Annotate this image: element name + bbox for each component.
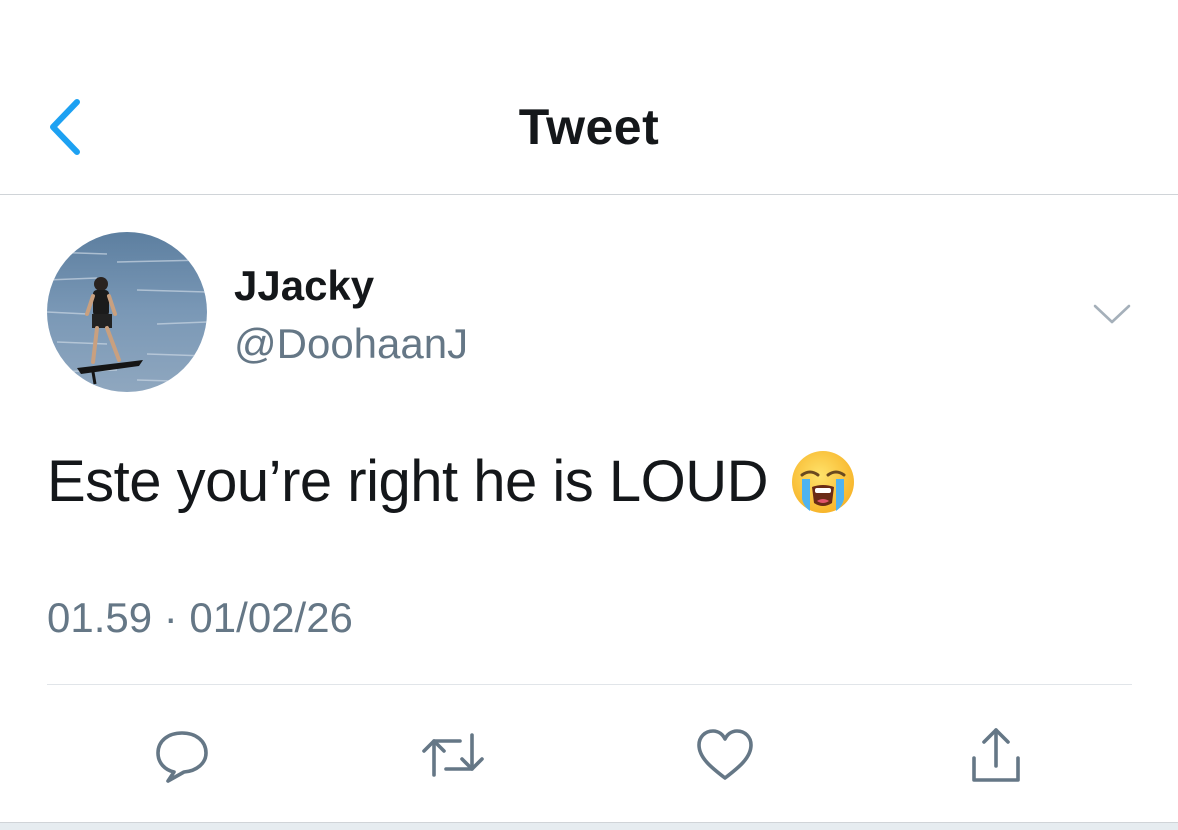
tweet-options-button[interactable] — [1088, 296, 1136, 332]
loudly-crying-face-icon — [791, 450, 854, 513]
retweet-button[interactable] — [420, 722, 486, 788]
chevron-down-icon — [1093, 304, 1131, 324]
nav-header: Tweet — [0, 0, 1178, 195]
tweet-timestamp: 01.59 · 01/02/26 — [47, 594, 353, 641]
share-button[interactable] — [963, 722, 1029, 788]
reply-icon — [156, 731, 208, 783]
reply-button[interactable] — [149, 722, 215, 788]
retweet-icon — [422, 733, 484, 777]
page-title: Tweet — [518, 99, 660, 155]
share-icon — [972, 728, 1020, 782]
tweet-body: Este you’re right he is LOUD — [47, 448, 1137, 515]
display-name[interactable]: JJacky — [234, 262, 374, 310]
tweet-detail-screen: Tweet JJacky @DoohaanJ Este you’re right… — [0, 0, 1178, 830]
divider — [47, 684, 1132, 685]
user-handle[interactable]: @DoohaanJ — [234, 320, 468, 368]
avatar[interactable] — [47, 232, 207, 392]
tweet-text: Este you’re right he is LOUD — [47, 449, 768, 514]
like-button[interactable] — [692, 722, 758, 788]
heart-icon — [697, 729, 753, 780]
bottom-separator — [0, 822, 1178, 830]
